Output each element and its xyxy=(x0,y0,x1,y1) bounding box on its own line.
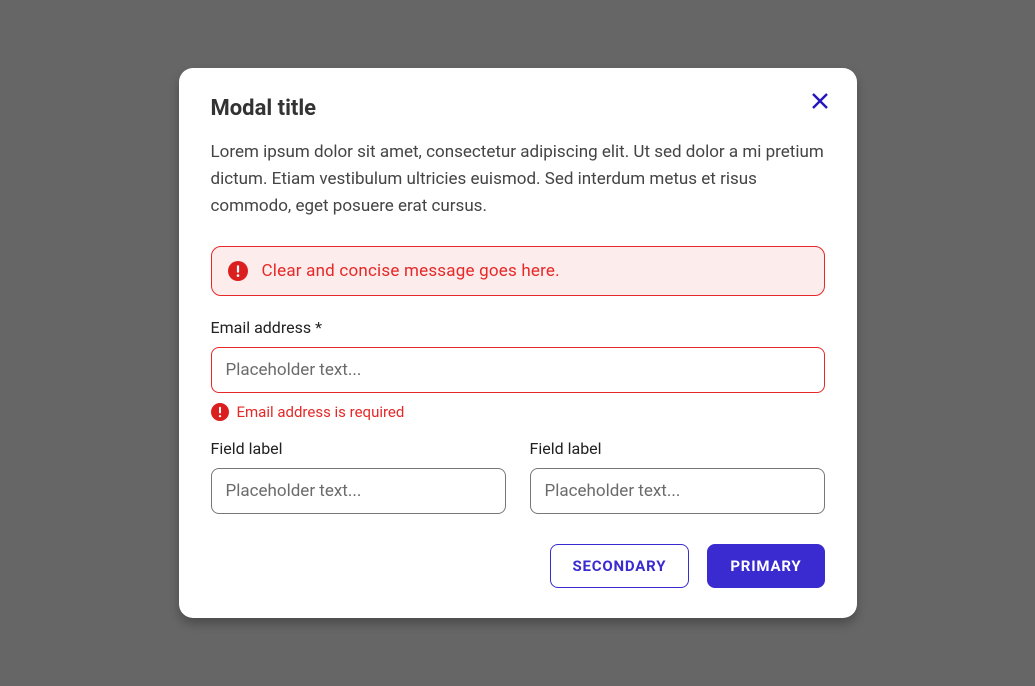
email-label: Email address * xyxy=(211,318,825,337)
field-b-input[interactable] xyxy=(530,468,825,514)
secondary-fields-row: Field label Field label xyxy=(211,439,825,514)
email-form-group: Email address * Email address is require… xyxy=(211,318,825,421)
close-icon xyxy=(810,91,830,111)
field-b-form-group: Field label xyxy=(530,439,825,514)
email-field[interactable] xyxy=(211,347,825,393)
modal-footer: SECONDARY PRIMARY xyxy=(211,544,825,588)
field-a-form-group: Field label xyxy=(211,439,506,514)
error-alert-text: Clear and concise message goes here. xyxy=(262,261,560,281)
field-a-label: Field label xyxy=(211,439,506,458)
exclamation-circle-icon xyxy=(228,261,248,281)
field-b-label: Field label xyxy=(530,439,825,458)
secondary-button[interactable]: SECONDARY xyxy=(550,544,690,588)
close-button[interactable] xyxy=(805,86,835,116)
email-error: Email address is required xyxy=(211,403,825,421)
email-error-text: Email address is required xyxy=(237,403,405,421)
modal-description: Lorem ipsum dolor sit amet, consectetur … xyxy=(211,139,825,221)
field-a-input[interactable] xyxy=(211,468,506,514)
exclamation-circle-icon xyxy=(211,403,229,421)
modal-dialog: Modal title Lorem ipsum dolor sit amet, … xyxy=(179,68,857,619)
error-alert: Clear and concise message goes here. xyxy=(211,246,825,296)
modal-title: Modal title xyxy=(211,96,825,121)
primary-button[interactable]: PRIMARY xyxy=(707,544,824,588)
